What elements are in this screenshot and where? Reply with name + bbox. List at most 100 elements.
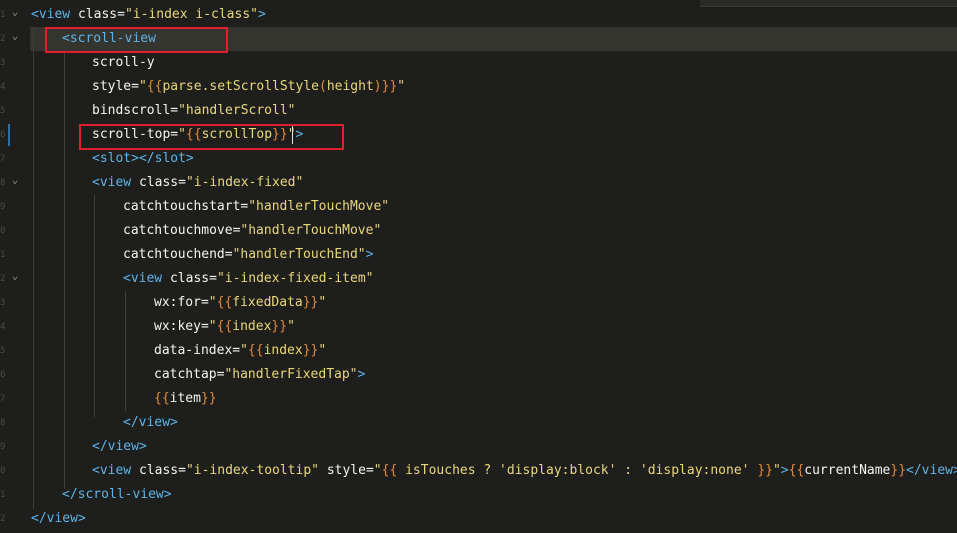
code-token: <view — [31, 7, 71, 22]
code-token: style= — [92, 79, 139, 94]
code-token: ( — [319, 79, 327, 94]
code-line[interactable]: scroll-y — [92, 51, 155, 75]
code-token: </view> — [906, 463, 957, 478]
code-line[interactable]: style="{{parse.setScrollStyle(height)}}" — [92, 75, 405, 99]
line-number: 8 — [0, 178, 6, 188]
code-line[interactable]: <slot></slot> — [92, 147, 194, 171]
code-token: catchtouchstart= — [123, 199, 249, 214]
code-editor[interactable]: 1 ⌄ 2 ⌄ 3 4 5 6 7 8 ⌄ 9 0 1 2 ⌄ 3 4 5 6 7 8 9 0 1 2 <view class="… — [0, 0, 957, 533]
code-token: style= — [319, 463, 374, 478]
code-token: {{ — [146, 79, 163, 94]
highlight-box-scroll-view — [45, 27, 228, 53]
code-token: " — [373, 463, 382, 478]
code-token: > — [357, 367, 366, 382]
code-token: height — [326, 79, 374, 94]
code-token: {{ — [216, 295, 233, 310]
code-token: bindscroll= — [92, 103, 179, 118]
code-line[interactable]: </view> — [123, 411, 178, 435]
code-line[interactable]: catchtap="handlerFixedTap"> — [154, 363, 365, 387]
code-token: {{ — [247, 343, 264, 358]
line-gutter: 1 ⌄ 2 ⌄ 3 4 5 6 7 8 ⌄ 9 0 1 2 ⌄ 3 4 5 6 7 8 9 0 1 2 — [0, 0, 30, 533]
code-token: " — [240, 343, 248, 358]
line-number: 3 — [0, 298, 6, 308]
code-line[interactable]: <view class="i-index i-class"> — [31, 3, 266, 27]
code-line[interactable]: catchtouchstart="handlerTouchMove" — [123, 195, 389, 219]
code-token: }} — [302, 295, 319, 310]
code-token: }} — [381, 79, 398, 94]
code-line[interactable]: </view> — [92, 435, 147, 459]
line-number: 1 — [0, 250, 6, 260]
code-token: </scroll-view> — [62, 487, 172, 502]
code-token: wx:for= — [154, 295, 209, 310]
indent-guide — [64, 51, 65, 489]
indent-guide — [94, 195, 95, 417]
code-token: index — [263, 343, 303, 358]
code-token: "i-index i-class" — [124, 7, 258, 22]
code-token: "handlerTouchMove" — [248, 199, 390, 214]
line-number: 7 — [0, 154, 6, 164]
code-line[interactable]: </scroll-view> — [62, 483, 172, 507]
highlight-box-scroll-top — [79, 124, 344, 150]
code-token: }} — [890, 463, 907, 478]
code-token: {{ — [154, 391, 170, 406]
line-number: 1 — [0, 10, 6, 20]
line-number: 7 — [0, 394, 6, 404]
code-token: " — [138, 79, 147, 94]
code-token: <view — [123, 271, 163, 286]
code-token: }} — [271, 319, 288, 334]
line-number: 2 — [0, 34, 6, 44]
code-token: "i-index-tooltip" — [185, 463, 319, 478]
code-token: catchtouchend= — [123, 247, 233, 262]
chevron-down-icon[interactable]: ⌄ — [8, 168, 22, 192]
code-token: "handlerScroll" — [178, 103, 296, 118]
code-token: isTouches ? 'display:block' : 'display:n… — [397, 463, 758, 478]
code-line[interactable]: wx:key="{{index}}" — [154, 315, 295, 339]
code-line[interactable]: bindscroll="handlerScroll" — [92, 99, 296, 123]
code-line[interactable]: <view class="i-index-tooltip" style="{{ … — [92, 459, 957, 483]
chevron-down-icon[interactable]: ⌄ — [8, 0, 22, 24]
code-token: " — [318, 343, 327, 358]
code-token: </view> — [123, 415, 178, 430]
window-edge — [700, 0, 957, 7]
line-number: 0 — [0, 466, 6, 476]
chevron-down-icon[interactable]: ⌄ — [8, 24, 22, 48]
code-token: " — [772, 463, 781, 478]
line-number: 0 — [0, 226, 6, 236]
code-token: {{ — [788, 463, 805, 478]
line-number: 9 — [0, 442, 6, 452]
line-number: 4 — [0, 322, 6, 332]
code-token: </view> — [92, 439, 147, 454]
code-token: > — [258, 7, 266, 22]
code-line[interactable]: wx:for="{{fixedData}}" — [154, 291, 326, 315]
code-line[interactable]: catchtouchend="handlerTouchEnd"> — [123, 243, 373, 267]
code-line[interactable]: </view> — [31, 507, 86, 531]
code-line[interactable]: {{item}} — [154, 387, 217, 411]
line-number: 1 — [0, 490, 6, 500]
code-token: scroll-y — [92, 55, 155, 70]
code-token: </view> — [31, 511, 86, 526]
code-line[interactable]: <view class="i-index-fixed" — [92, 171, 303, 195]
code-token: catchtouchmove= — [123, 223, 241, 238]
line-number: 3 — [0, 58, 6, 68]
code-token: "handlerFixedTap" — [224, 367, 358, 382]
code-line[interactable]: catchtouchmove="handlerTouchMove" — [123, 219, 381, 243]
code-token: "handlerTouchMove" — [240, 223, 382, 238]
line-number: 4 — [0, 82, 6, 92]
code-token: currentName — [804, 463, 891, 478]
code-token: class= — [70, 7, 125, 22]
code-token: class= — [131, 463, 186, 478]
code-line[interactable]: data-index="{{index}}" — [154, 339, 326, 363]
code-token: "i-index-fixed" — [185, 175, 304, 190]
code-token: data-index= — [154, 343, 241, 358]
code-token: "handlerTouchEnd" — [232, 247, 366, 262]
chevron-down-icon[interactable]: ⌄ — [8, 264, 22, 288]
code-token: }} — [200, 391, 217, 406]
code-token: {{ — [216, 319, 233, 334]
code-token: item — [169, 391, 201, 406]
code-line[interactable]: <view class="i-index-fixed-item" — [123, 267, 373, 291]
code-token: }} — [302, 343, 319, 358]
modified-line-marker — [8, 124, 10, 146]
code-token: "i-index-fixed-item" — [216, 271, 374, 286]
code-token: " — [397, 79, 406, 94]
line-number: 8 — [0, 418, 6, 428]
